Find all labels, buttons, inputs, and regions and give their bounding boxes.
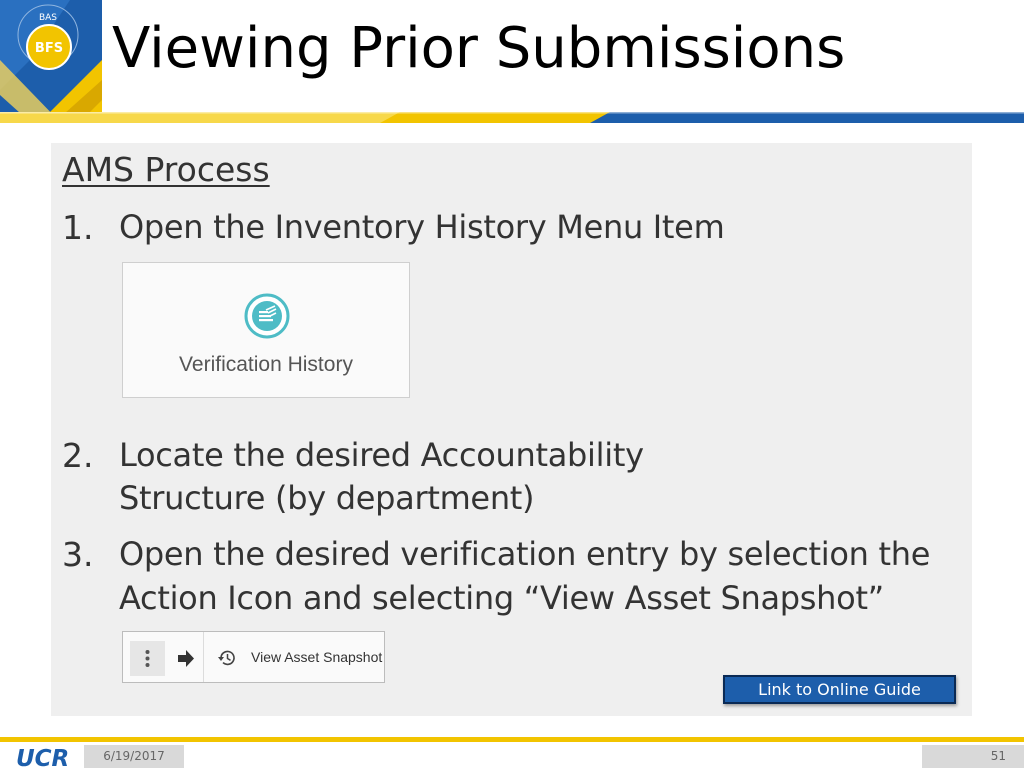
more-vertical-icon[interactable] [130,641,165,676]
step-1-text: Open the Inventory History Menu Item [119,208,725,246]
footer-divider [0,737,1024,742]
step-1-number: 1. [62,208,94,247]
history-icon [218,650,235,666]
step-3-number: 3. [62,535,94,574]
view-asset-snapshot-option[interactable]: View Asset Snapshot [251,649,382,665]
ucr-logo: UCR [16,746,69,768]
badge-main-label: BFS [35,41,63,56]
brand-corner-graphic: BAS BFS [0,0,102,122]
verification-history-card[interactable]: Verification History [122,262,410,398]
page-number: 51 [922,745,1024,768]
verification-history-label: Verification History [179,353,353,376]
step-2-number: 2. [62,436,94,475]
arrow-right-icon[interactable] [171,641,201,676]
asset-snapshot-bar: View Asset Snapshot [122,631,385,683]
section-heading: AMS Process [62,150,270,189]
page-title: Viewing Prior Submissions [112,16,846,81]
footer-date: 6/19/2017 [84,745,184,768]
step-3-text-line-1: Open the desired verification entry by s… [119,535,931,573]
header-divider-bar [0,112,1024,123]
stacked-list-icon [244,293,290,339]
step-2-text-line-2: Structure (by department) [119,479,535,517]
step-2-text-line-1: Locate the desired Accountability [119,436,644,474]
snapshot-divider [203,632,204,682]
badge-top-label: BAS [39,13,57,23]
svg-text:UCR: UCR [16,746,69,768]
step-3-text-line-2: Action Icon and selecting “View Asset Sn… [119,579,884,617]
online-guide-link-button[interactable]: Link to Online Guide [723,675,956,704]
